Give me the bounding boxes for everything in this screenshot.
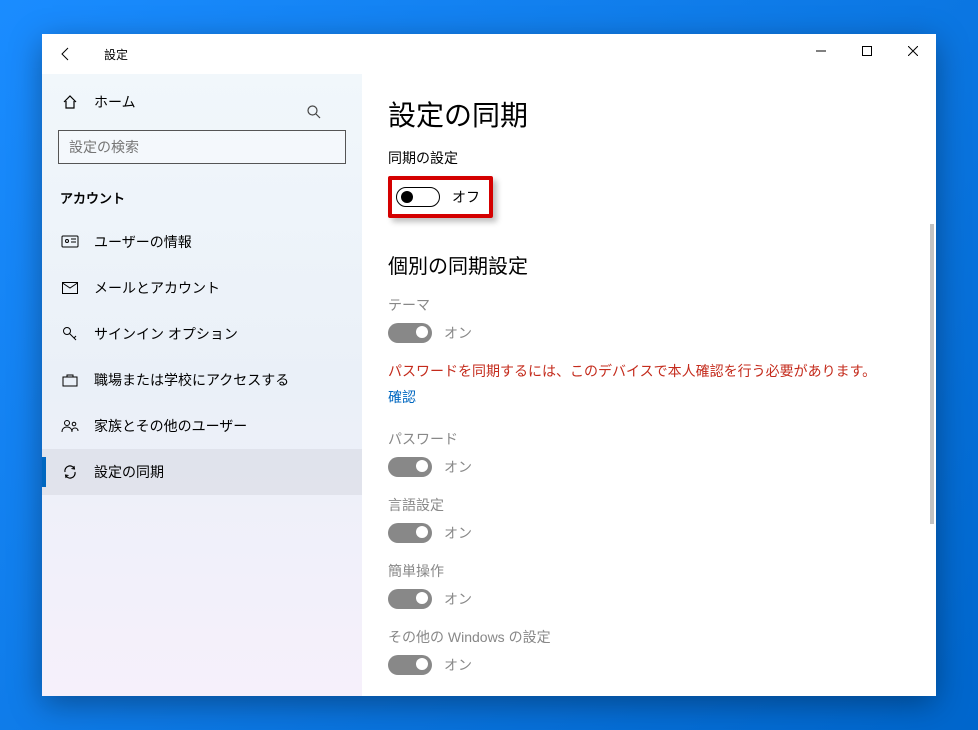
highlight-box: オフ <box>388 176 493 218</box>
setting-other: その他の Windows の設定 オン <box>388 627 906 675</box>
setting-password: パスワード オン <box>388 429 906 477</box>
search-input[interactable] <box>58 130 346 164</box>
sync-master-toggle[interactable] <box>396 187 440 207</box>
home-nav[interactable]: ホーム <box>42 82 362 122</box>
sidebar-item-label: サインイン オプション <box>94 324 238 344</box>
sidebar-item-signin[interactable]: サインイン オプション <box>42 311 362 357</box>
settings-window: 設定 ホーム <box>42 34 936 696</box>
toggle-state: オン <box>444 457 472 477</box>
sidebar-item-label: 職場または学校にアクセスする <box>94 370 289 390</box>
sidebar-item-sync[interactable]: 設定の同期 <box>42 449 362 495</box>
home-icon <box>60 94 80 110</box>
sidebar-item-label: ユーザーの情報 <box>94 232 192 252</box>
verify-link[interactable]: 確認 <box>388 387 416 407</box>
close-button[interactable] <box>890 34 936 68</box>
setting-label: テーマ <box>388 295 906 315</box>
sidebar-item-label: 設定の同期 <box>94 462 164 482</box>
key-icon <box>60 326 80 342</box>
setting-ease: 簡単操作 オン <box>388 561 906 609</box>
window-controls <box>798 34 936 68</box>
setting-theme: テーマ オン <box>388 295 906 343</box>
briefcase-icon <box>60 372 80 388</box>
sidebar-item-label: メールとアカウント <box>94 278 220 298</box>
sidebar-item-label: 家族とその他のユーザー <box>94 416 247 436</box>
titlebar: 設定 <box>42 34 936 74</box>
sync-settings-label: 同期の設定 <box>388 148 906 168</box>
sync-icon <box>60 464 80 480</box>
scrollbar[interactable] <box>930 224 934 524</box>
sidebar-item-user-info[interactable]: ユーザーの情報 <box>42 219 362 265</box>
mail-icon <box>60 280 80 296</box>
setting-label: パスワード <box>388 429 906 449</box>
sidebar-item-email[interactable]: メールとアカウント <box>42 265 362 311</box>
minimize-button[interactable] <box>798 34 844 68</box>
toggle-state: オン <box>444 323 472 343</box>
setting-language: 言語設定 オン <box>388 495 906 543</box>
window-title: 設定 <box>104 46 128 63</box>
toggle-state: オン <box>444 655 472 675</box>
other-toggle <box>388 655 432 675</box>
setting-label: 簡単操作 <box>388 561 906 581</box>
sidebar-section: アカウント <box>42 164 362 219</box>
password-toggle <box>388 457 432 477</box>
sidebar-item-family[interactable]: 家族とその他のユーザー <box>42 403 362 449</box>
user-icon <box>60 234 80 250</box>
setting-label: その他の Windows の設定 <box>388 627 906 647</box>
back-button[interactable] <box>44 34 88 74</box>
theme-toggle <box>388 323 432 343</box>
people-icon <box>60 418 80 434</box>
setting-label: 言語設定 <box>388 495 906 515</box>
individual-heading: 個別の同期設定 <box>388 250 906 279</box>
language-toggle <box>388 523 432 543</box>
password-warning: パスワードを同期するには、このデバイスで本人確認を行う必要があります。 <box>388 361 906 381</box>
content-area: 設定の同期 同期の設定 オフ 個別の同期設定 テーマ オン パスワードを同期する… <box>362 74 936 696</box>
ease-toggle <box>388 589 432 609</box>
sidebar-item-work[interactable]: 職場または学校にアクセスする <box>42 357 362 403</box>
toggle-state: オン <box>444 523 472 543</box>
home-label: ホーム <box>94 92 136 112</box>
page-title: 設定の同期 <box>388 94 906 134</box>
sidebar: ホーム アカウント ユーザーの情報 メールとアカウント <box>42 74 362 696</box>
toggle-state: オン <box>444 589 472 609</box>
sync-master-state: オフ <box>452 187 480 207</box>
maximize-button[interactable] <box>844 34 890 68</box>
